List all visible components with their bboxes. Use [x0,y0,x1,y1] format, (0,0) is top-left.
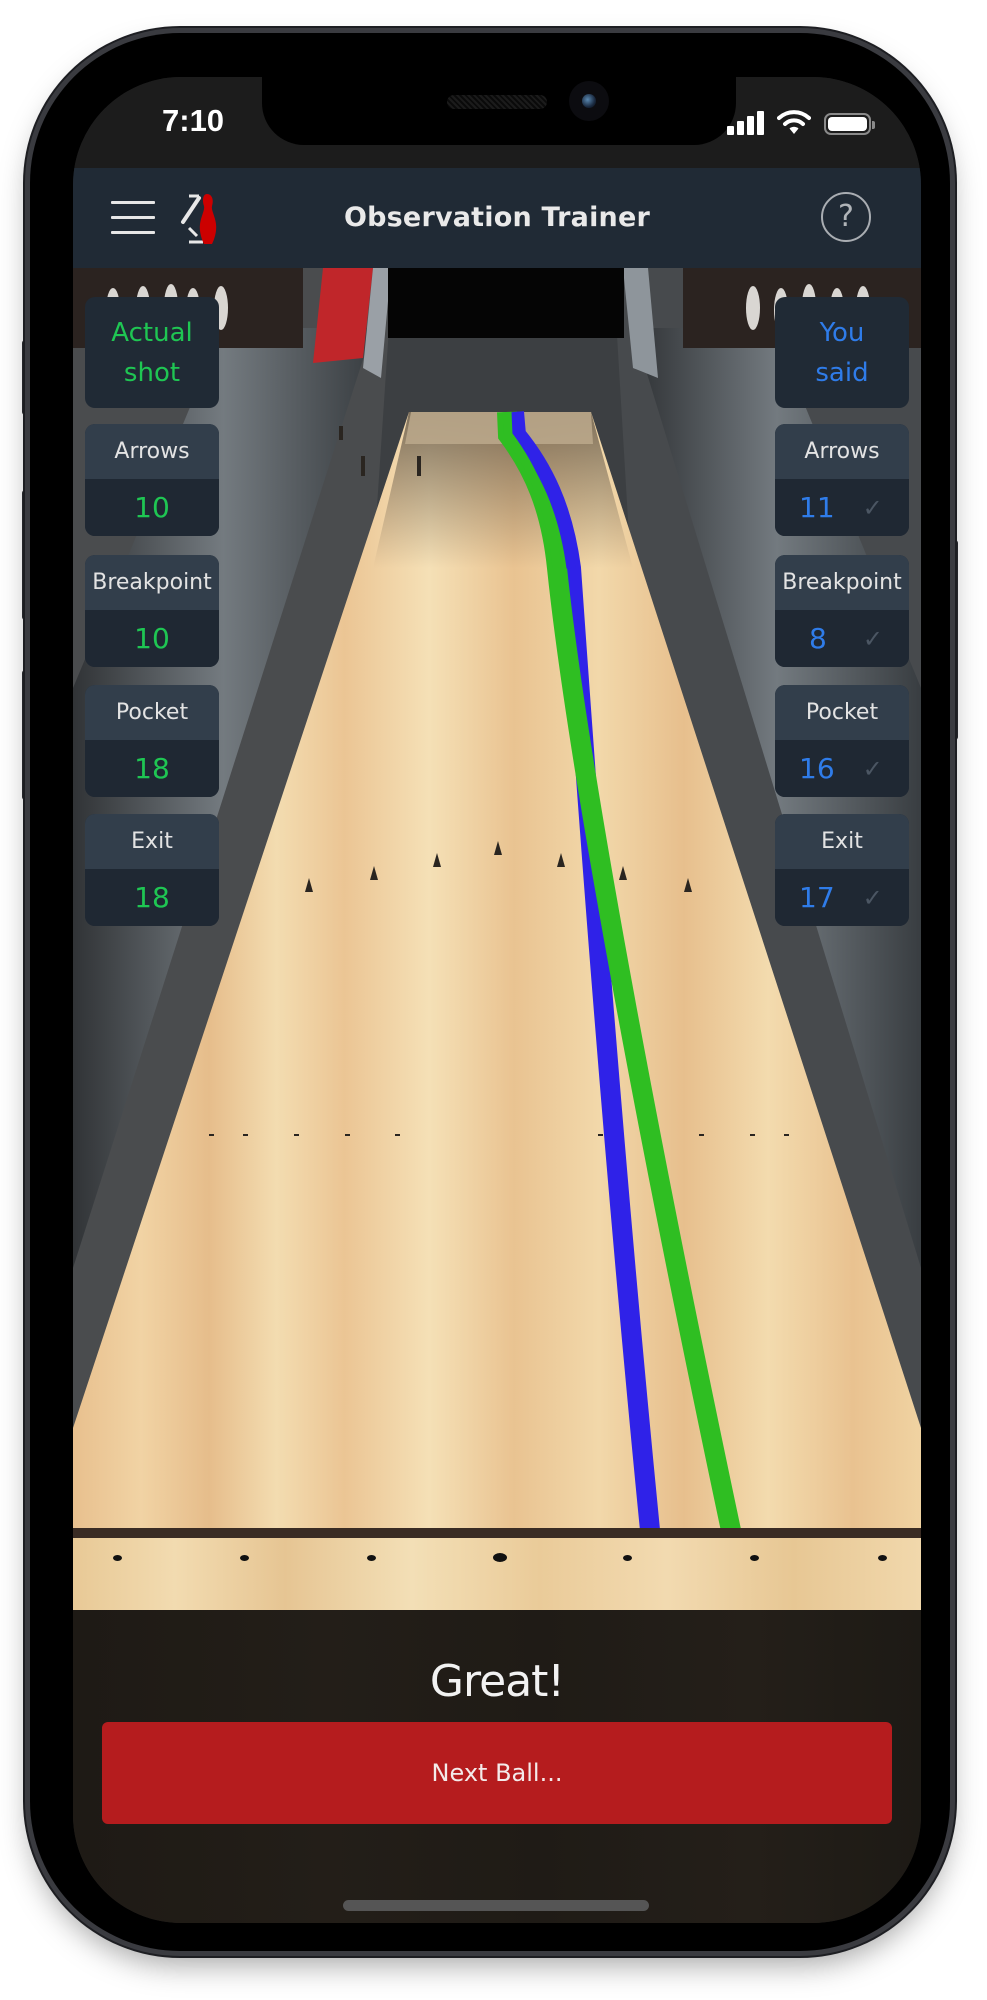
approach-area [73,1528,921,1610]
result-message: Great! [429,1656,565,1707]
actual-pocket-card: Pocket 18 [85,685,219,797]
actual-shot-title-line2: shot [123,357,181,388]
battery-icon [824,113,875,135]
front-camera [569,81,609,121]
power-button [950,540,958,740]
cellular-signal-icon [727,111,764,135]
you-said-header: You said [775,297,909,408]
volume-down-button [22,670,30,800]
help-circle-icon[interactable]: ? [821,192,871,242]
wifi-icon [777,110,811,134]
status-time: 7:10 [162,103,225,138]
check-icon: ✓ [862,754,883,783]
status-icons [727,109,875,135]
next-ball-button[interactable]: Next Ball... [102,1722,892,1824]
speaker-grille [447,95,547,109]
stat-label: Exit [775,814,909,869]
notch [262,77,736,145]
check-icon: ✓ [862,883,883,912]
actual-arrows-value: 10 [85,479,219,536]
volume-up-button [22,490,30,620]
actual-pocket-value: 18 [85,740,219,797]
nav-bar: Observation Trainer ? [73,168,921,268]
actual-exit-value: 18 [85,869,219,926]
stat-label: Exit [85,814,219,869]
status-bar: 7:10 [73,77,921,168]
you-said-title-line1: You [819,317,865,348]
stat-label: Arrows [85,424,219,479]
guess-arrows-card: Arrows 11 ✓ [775,424,909,536]
stat-label: Pocket [85,685,219,740]
stat-label: Breakpoint [85,555,219,610]
app-screen: 7:10 Observation Trainer ? Actual shot A… [73,77,921,1923]
actual-exit-card: Exit 18 [85,814,219,926]
guess-pocket-value: 16 [799,752,835,785]
check-icon: ✓ [862,624,883,653]
check-icon: ✓ [862,493,883,522]
actual-breakpoint-value: 10 [85,610,219,667]
guess-arrows-value: 11 [799,491,835,524]
you-said-title-line2: said [815,357,869,388]
guess-exit-value: 17 [799,881,835,914]
stat-label: Arrows [775,424,909,479]
stat-label: Pocket [775,685,909,740]
result-panel: Great! Next Ball... [73,1610,921,1923]
actual-shot-title-line1: Actual [111,317,193,348]
actual-breakpoint-card: Breakpoint 10 [85,555,219,667]
mute-switch [22,340,30,415]
guess-exit-card: Exit 17 ✓ [775,814,909,926]
guess-breakpoint-card: Breakpoint 8 ✓ [775,555,909,667]
stat-label: Breakpoint [775,555,909,610]
home-indicator[interactable] [343,1900,649,1911]
page-title: Observation Trainer [343,202,651,233]
actual-arrows-card: Arrows 10 [85,424,219,536]
actual-shot-header: Actual shot [85,297,219,408]
guess-breakpoint-value: 8 [809,622,827,655]
guess-pocket-card: Pocket 16 ✓ [775,685,909,797]
